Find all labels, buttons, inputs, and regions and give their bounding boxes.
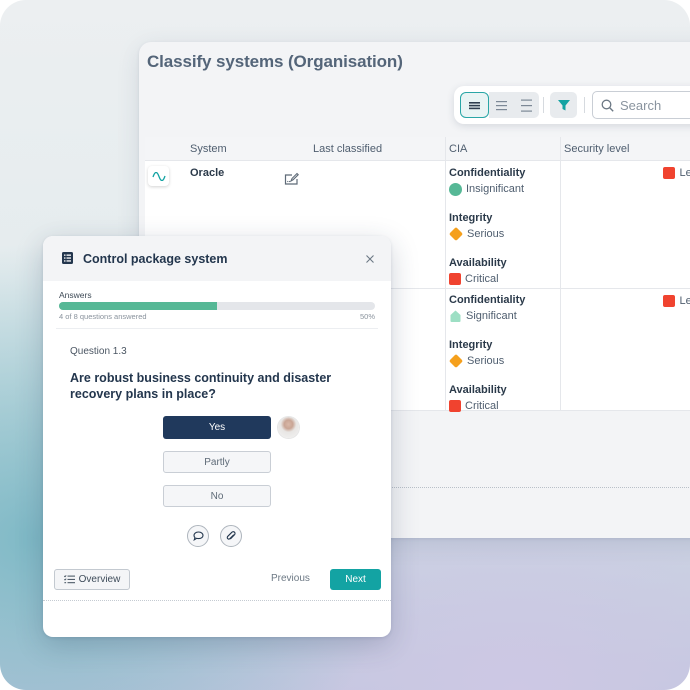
cia-value: Insignificant (466, 183, 525, 195)
density-normal-icon (496, 100, 507, 110)
serious-diamond-icon (448, 353, 464, 369)
view-density-group (460, 92, 539, 118)
answer-partly-button[interactable]: Partly (163, 451, 271, 473)
answers-progress: Answers 4 of 8 questions answered 50% (59, 290, 375, 321)
divider (56, 328, 378, 329)
question-number: Question 1.3 (70, 346, 127, 357)
cia-availability: Availability Critical (449, 384, 525, 413)
toolbar-divider (584, 97, 585, 113)
progress-bar (59, 302, 375, 310)
column-divider (445, 137, 446, 161)
significant-house-icon (450, 310, 461, 322)
level-square-icon (662, 295, 675, 307)
edit-classification-button[interactable] (284, 172, 299, 190)
cia-value: Serious (467, 355, 505, 367)
filter-button[interactable] (550, 92, 577, 118)
cia-cell: Confidentiality Insignificant Integrity … (448, 167, 525, 302)
cia-confidentiality: Confidentiality Insignificant (449, 167, 525, 196)
level-square-icon (662, 167, 675, 179)
cia-label: Confidentiality (449, 167, 526, 179)
view-normal-button[interactable] (489, 92, 514, 118)
cia-label: Confidentiality (449, 294, 526, 306)
table-header: System Last classified CIA Security leve… (145, 137, 690, 161)
page-title: Classify systems (Organisation) (147, 52, 403, 71)
cia-confidentiality: Confidentiality Significant (449, 294, 525, 323)
toolbar-divider (543, 97, 544, 113)
answer-yes-button[interactable]: Yes (163, 416, 271, 439)
control-package-dialog: Control package system Answers 4 of 8 qu… (43, 236, 391, 637)
dialog-title: Control package system (83, 252, 228, 266)
list-icon (62, 252, 73, 264)
overview-button[interactable]: Overview (54, 569, 130, 590)
comment-button[interactable] (187, 525, 209, 547)
next-button[interactable]: Next (330, 569, 381, 590)
attachment-button[interactable] (220, 525, 242, 547)
cia-label: Integrity (449, 212, 493, 224)
answer-no-button[interactable]: No (163, 485, 271, 507)
previous-button[interactable]: Previous (271, 573, 310, 584)
column-divider (560, 161, 561, 289)
paperclip-icon (226, 530, 236, 540)
background-frame: Classify systems (Organisation) Search S… (0, 0, 690, 690)
column-divider (560, 289, 561, 411)
cia-label: Availability (449, 384, 507, 396)
density-comfortable-icon (521, 99, 532, 112)
progress-fill (59, 302, 217, 310)
search-field[interactable] (592, 91, 690, 119)
security-level: Level 2 (662, 295, 690, 307)
cia-cell: Confidentiality Significant Integrity Se… (448, 294, 525, 429)
search-icon (601, 99, 614, 112)
progress-percent: 50% (359, 312, 375, 321)
serious-diamond-icon (448, 226, 464, 242)
cia-label: Availability (449, 257, 507, 269)
cia-value: Critical (465, 400, 499, 412)
security-level-value: Level 2 (679, 167, 690, 179)
cia-integrity: Integrity Serious (448, 339, 525, 369)
security-level-value: Level 2 (679, 295, 690, 307)
column-header-last-classified[interactable]: Last classified (313, 143, 382, 155)
cia-label: Integrity (449, 339, 493, 351)
overview-label: Overview (78, 574, 121, 585)
view-comfortable-button[interactable] (514, 92, 539, 118)
view-compact-button[interactable] (460, 92, 489, 118)
insignificant-circle-icon (449, 182, 462, 196)
close-button[interactable] (366, 250, 374, 266)
cia-value: Significant (466, 310, 517, 322)
column-header-system[interactable]: System (190, 143, 227, 155)
column-divider (445, 161, 446, 289)
cia-value: Critical (465, 273, 499, 285)
checklist-icon (63, 575, 75, 584)
filter-icon (557, 99, 570, 110)
avatar (278, 417, 299, 438)
critical-square-icon (449, 273, 461, 285)
column-header-security-level[interactable]: Security level (564, 143, 629, 155)
dialog-header: Control package system (43, 236, 391, 281)
column-header-cia[interactable]: CIA (449, 143, 467, 155)
system-name[interactable]: Oracle (190, 167, 224, 179)
density-compact-icon (469, 101, 480, 109)
cia-integrity: Integrity Serious (448, 212, 525, 242)
question-text: Are robust business continuity and disas… (70, 371, 332, 401)
wave-icon (151, 171, 166, 181)
column-divider (560, 137, 561, 161)
cia-availability: Availability Critical (449, 257, 525, 286)
table-toolbar (454, 86, 690, 124)
search-input[interactable] (620, 97, 690, 113)
answers-label: Answers (59, 290, 92, 300)
system-icon (148, 166, 169, 186)
column-divider (445, 289, 446, 411)
close-icon (366, 255, 374, 263)
critical-square-icon (449, 400, 461, 412)
security-level: Level 2 (662, 167, 690, 179)
divider (43, 600, 391, 601)
edit-icon (284, 172, 299, 185)
cia-value: Serious (467, 228, 505, 240)
progress-text: 4 of 8 questions answered (59, 312, 147, 321)
comment-icon (192, 531, 204, 541)
